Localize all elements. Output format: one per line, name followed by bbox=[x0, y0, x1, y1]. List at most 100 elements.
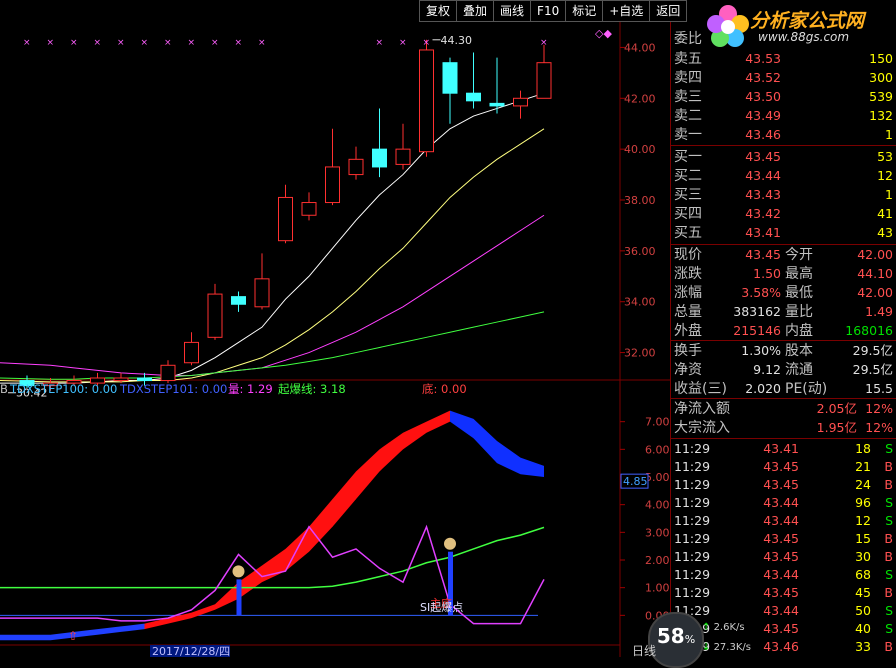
tick-row[interactable]: 11:29 43.44 12 S bbox=[671, 512, 896, 530]
ask-volume: 1 bbox=[885, 127, 893, 142]
tick-row[interactable]: 11:29 43.44 96 S bbox=[671, 494, 896, 512]
ask-row[interactable]: 卖二 43.49 132 bbox=[671, 107, 896, 125]
candle-body bbox=[254, 278, 270, 308]
signal-x-marker: × bbox=[23, 38, 31, 48]
candle-body bbox=[372, 148, 387, 168]
tick-row[interactable]: 11:29 43.45 45 B bbox=[671, 584, 896, 602]
tick-volume: 45 bbox=[855, 585, 871, 600]
bid-row[interactable]: 买五 43.41 43 bbox=[671, 224, 896, 242]
tick-volume: 30 bbox=[855, 549, 871, 564]
quote-label: 涨跌 bbox=[674, 266, 702, 282]
bid-row[interactable]: 买二 43.44 12 bbox=[671, 167, 896, 185]
tick-row[interactable]: 11:29 43.45 24 B bbox=[671, 476, 896, 494]
momentum-band-segment bbox=[121, 623, 145, 632]
price-tick-label: 36.00 bbox=[624, 245, 656, 258]
momentum-band-segment bbox=[0, 634, 51, 641]
legend-item: 量: 1.29 bbox=[228, 382, 273, 396]
tick-volume: 33 bbox=[855, 639, 871, 654]
f10-button[interactable]: F10 bbox=[530, 0, 567, 22]
tick-time: 11:29 bbox=[674, 441, 711, 456]
current-value-label: 4.85 bbox=[623, 475, 648, 488]
signal-x-marker: × bbox=[47, 38, 55, 48]
add-watchlist-button[interactable]: +自选 bbox=[602, 0, 651, 22]
network-monitor[interactable]: 58% bbox=[648, 612, 704, 668]
signal-x-marker: × bbox=[70, 38, 78, 48]
quote-value: 42.00 bbox=[857, 247, 893, 262]
flow-value: 2.05亿 bbox=[816, 401, 857, 416]
ask-row[interactable]: 卖五 43.53 150 bbox=[671, 50, 896, 68]
legend-item: TDXSTEP100: 0.00 bbox=[9, 382, 117, 396]
price-tick-label: 40.00 bbox=[624, 143, 656, 156]
tick-row[interactable]: 11:29 43.41 18 S bbox=[671, 440, 896, 458]
candle-body bbox=[513, 97, 528, 107]
candle-body bbox=[536, 62, 552, 99]
tick-volume: 40 bbox=[855, 621, 871, 636]
draw-line-button[interactable]: 画线 bbox=[493, 0, 532, 22]
quote-value: 383162 bbox=[733, 304, 781, 319]
tick-row[interactable]: 11:29 43.45 21 B bbox=[671, 458, 896, 476]
separator bbox=[671, 438, 896, 439]
tick-side: B bbox=[884, 477, 893, 492]
tick-row[interactable]: 11:29 43.45 30 B bbox=[671, 548, 896, 566]
quote-label: 量比 bbox=[785, 304, 813, 320]
info-value: 2.020 bbox=[745, 381, 781, 396]
info-label: 收益(三) bbox=[674, 381, 727, 397]
overlay-button[interactable]: 叠加 bbox=[456, 0, 495, 22]
info-label: 股本 bbox=[785, 343, 813, 359]
tick-price: 43.45 bbox=[763, 621, 799, 636]
quote-label: 总量 bbox=[674, 304, 702, 320]
candle-body bbox=[278, 196, 293, 242]
tick-row[interactable]: 11:29 43.44 68 S bbox=[671, 566, 896, 584]
legend-item: 起爆线: 3.18 bbox=[278, 382, 346, 396]
money-bag-icon bbox=[444, 537, 456, 550]
price-tick-label: 32.00 bbox=[624, 347, 656, 360]
mark-button[interactable]: 标记 bbox=[565, 0, 604, 22]
bid-volume: 41 bbox=[877, 206, 893, 221]
bid-price: 43.41 bbox=[745, 225, 781, 240]
tick-time: 11:29 bbox=[674, 567, 711, 582]
bid-row[interactable]: 买一 43.45 53 bbox=[671, 148, 896, 166]
bid-volume: 1 bbox=[885, 187, 893, 202]
signal-x-marker: × bbox=[235, 38, 243, 48]
quote-value: 44.10 bbox=[857, 266, 893, 281]
tick-time: 11:29 bbox=[674, 459, 711, 474]
ask-row[interactable]: 卖三 43.50 539 bbox=[671, 88, 896, 106]
bid-row[interactable]: 买三 43.43 1 bbox=[671, 186, 896, 204]
ind-tick-label: 1.00 bbox=[645, 582, 670, 595]
candle-body bbox=[466, 92, 481, 102]
tick-side: S bbox=[885, 441, 893, 456]
ask-volume: 150 bbox=[869, 51, 893, 66]
upload-speed: ↑ 2.6K/s bbox=[702, 622, 745, 633]
cpu-unit: % bbox=[684, 633, 696, 646]
ma-line-3 bbox=[0, 311, 545, 380]
site-logo: 分析家公式网 www.88gs.com bbox=[700, 0, 896, 50]
ask-row[interactable]: 卖四 43.52 300 bbox=[671, 69, 896, 87]
tick-side: B bbox=[884, 639, 893, 654]
momentum-band-segment bbox=[379, 432, 403, 472]
period-tab[interactable]: 日线 bbox=[632, 642, 656, 659]
back-button[interactable]: 返回 bbox=[649, 0, 688, 22]
quote-row: 涨幅 3.58% 最低 42.00 bbox=[671, 284, 896, 302]
toolbar: 复权 叠加 画线 F10 标记 +自选 返回 bbox=[419, 0, 688, 22]
tick-price: 43.45 bbox=[763, 585, 799, 600]
signal-x-marker: × bbox=[423, 38, 431, 48]
bid-row[interactable]: 买四 43.42 41 bbox=[671, 205, 896, 223]
momentum-band-segment bbox=[450, 410, 474, 439]
signal-x-marker: × bbox=[211, 38, 219, 48]
bid-level-label: 买三 bbox=[674, 187, 702, 203]
ask-price: 43.49 bbox=[745, 108, 781, 123]
signal-x-marker: × bbox=[164, 38, 172, 48]
tick-volume: 21 bbox=[855, 459, 871, 474]
ma-line-2 bbox=[0, 214, 545, 376]
tick-price: 43.41 bbox=[763, 441, 799, 456]
candle-body bbox=[231, 296, 246, 305]
ask-price: 43.53 bbox=[745, 51, 781, 66]
tick-row[interactable]: 11:29 43.44 50 S bbox=[671, 602, 896, 620]
fuquan-button[interactable]: 复权 bbox=[419, 0, 458, 22]
chart-area[interactable]: 44.00 42.00 40.00 38.00 36.00 34.00 32.00 × × × × ×… bbox=[0, 0, 670, 657]
bid-volume: 12 bbox=[877, 168, 893, 183]
annotation-ignite-point: SI起爆点 bbox=[420, 600, 463, 614]
bid-level-label: 买四 bbox=[674, 206, 702, 222]
tick-row[interactable]: 11:29 43.45 15 B bbox=[671, 530, 896, 548]
ask-row[interactable]: 卖一 43.46 1 bbox=[671, 126, 896, 144]
